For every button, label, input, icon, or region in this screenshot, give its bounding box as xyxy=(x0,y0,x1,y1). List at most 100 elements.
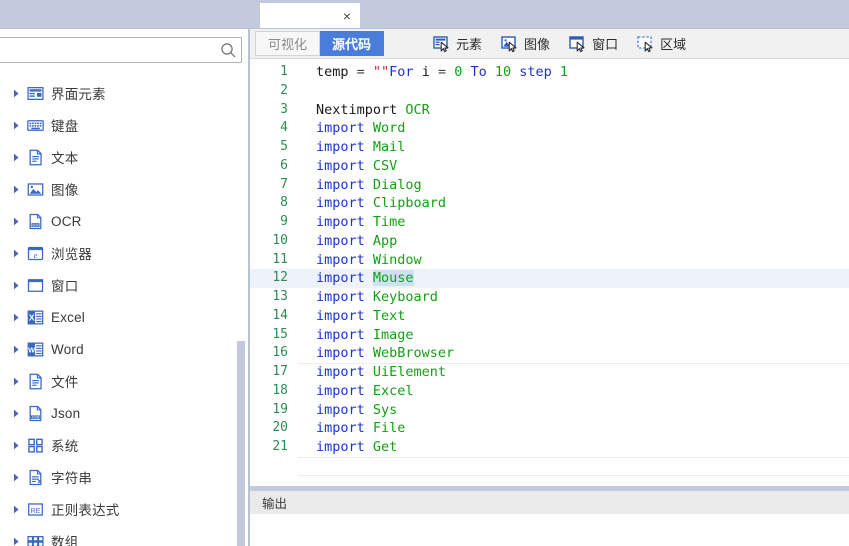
sidebar-scrollbar-thumb[interactable] xyxy=(237,341,245,546)
sidebar-item-1[interactable]: 键盘 xyxy=(0,109,236,141)
line-text[interactable]: temp = ""For i = 0 To 10 step 1 xyxy=(292,63,568,82)
sidebar-item-13[interactable]: RE正则表达式 xyxy=(0,493,236,525)
code-token: Dialog xyxy=(373,177,422,193)
chevron-right-icon[interactable] xyxy=(13,537,26,546)
code-line[interactable]: 21import Get xyxy=(250,438,849,457)
code-line[interactable]: 6import CSV xyxy=(250,157,849,176)
line-text[interactable]: Nextimport OCR xyxy=(292,101,430,120)
element-picker-icon xyxy=(433,35,453,53)
code-line[interactable]: 17import UiElement xyxy=(250,363,849,382)
sidebar-item-0[interactable]: 界面元素 xyxy=(0,77,236,109)
chevron-right-icon[interactable] xyxy=(13,505,26,514)
svg-text:JSON: JSON xyxy=(31,415,39,419)
code-line[interactable]: 14import Text xyxy=(250,307,849,326)
code-line[interactable]: 12import Mouse xyxy=(250,269,849,288)
line-text[interactable]: import Mouse xyxy=(292,269,414,288)
application-window: 界面元素键盘文本图像OCROCRe浏览器窗口XExcelWWord文件JSONJ… xyxy=(0,0,849,546)
line-text[interactable]: import Clipboard xyxy=(292,194,446,213)
code-line[interactable]: 10import App xyxy=(250,232,849,251)
code-line[interactable]: 7import Dialog xyxy=(250,176,849,195)
chevron-right-icon[interactable] xyxy=(13,153,26,162)
chevron-right-icon[interactable] xyxy=(13,409,26,418)
pick-window-button[interactable]: 窗口 xyxy=(567,32,620,56)
sidebar-item-7[interactable]: XExcel xyxy=(0,301,236,333)
line-text[interactable]: import Time xyxy=(292,213,405,232)
line-text[interactable]: import Word xyxy=(292,119,405,138)
sidebar-item-8[interactable]: WWord xyxy=(0,333,236,365)
chevron-right-icon[interactable] xyxy=(13,89,26,98)
chevron-right-icon[interactable] xyxy=(13,217,26,226)
line-text[interactable]: import Text xyxy=(292,307,405,326)
code-editor[interactable]: 1temp = ""For i = 0 To 10 step 123Nextim… xyxy=(250,59,849,486)
ui-element-icon xyxy=(26,84,44,102)
tab-source-code-mode[interactable]: 源代码 xyxy=(320,31,384,56)
sidebar-item-4[interactable]: OCROCR xyxy=(0,205,236,237)
line-text[interactable]: import Mail xyxy=(292,138,405,157)
editor-tab[interactable]: × xyxy=(260,3,360,28)
chevron-right-icon[interactable] xyxy=(13,441,26,450)
code-line[interactable]: 5import Mail xyxy=(250,138,849,157)
sidebar-item-label: 系统 xyxy=(51,435,78,455)
line-text[interactable]: import Sys xyxy=(292,401,397,420)
code-line[interactable]: 19import Sys xyxy=(250,401,849,420)
svg-text:X: X xyxy=(28,312,34,322)
tab-visual-mode[interactable]: 可视化 xyxy=(255,31,320,56)
code-line[interactable]: 2 xyxy=(250,82,849,101)
search-icon[interactable] xyxy=(215,38,241,62)
code-token: import xyxy=(316,402,373,418)
search-box[interactable] xyxy=(0,37,242,63)
sidebar-item-5[interactable]: e浏览器 xyxy=(0,237,236,269)
line-text[interactable]: import Keyboard xyxy=(292,288,438,307)
code-line[interactable]: 8import Clipboard xyxy=(250,194,849,213)
code-line[interactable]: 9import Time xyxy=(250,213,849,232)
code-line[interactable]: 20import File xyxy=(250,419,849,438)
sidebar-scrollbar-track[interactable] xyxy=(236,71,247,546)
sidebar-item-12[interactable]: 字符串 xyxy=(0,461,236,493)
line-number: 7 xyxy=(250,176,292,195)
pick-image-button[interactable]: 图像 xyxy=(499,32,552,56)
line-text[interactable]: import File xyxy=(292,419,405,438)
sidebar-item-14[interactable]: 数组 xyxy=(0,525,236,546)
line-text[interactable]: import WebBrowser xyxy=(292,344,454,363)
output-panel-body[interactable] xyxy=(250,514,849,546)
code-line[interactable]: 4import Word xyxy=(250,119,849,138)
pick-element-button[interactable]: 元素 xyxy=(431,32,484,56)
code-token: WebBrowser xyxy=(373,345,454,361)
line-number: 8 xyxy=(250,194,292,213)
code-line[interactable]: 11import Window xyxy=(250,251,849,270)
line-text[interactable]: import Excel xyxy=(292,382,414,401)
line-text[interactable]: import UiElement xyxy=(292,363,446,382)
line-text[interactable]: import App xyxy=(292,232,397,251)
pick-region-button[interactable]: 区域 xyxy=(635,32,688,56)
chevron-right-icon[interactable] xyxy=(13,249,26,258)
sidebar-item-2[interactable]: 文本 xyxy=(0,141,236,173)
code-lines[interactable]: 1temp = ""For i = 0 To 10 step 123Nextim… xyxy=(250,63,849,457)
sidebar-item-11[interactable]: 系统 xyxy=(0,429,236,461)
chevron-right-icon[interactable] xyxy=(13,473,26,482)
sidebar-item-3[interactable]: 图像 xyxy=(0,173,236,205)
chevron-right-icon[interactable] xyxy=(13,121,26,130)
line-text[interactable]: import Dialog xyxy=(292,176,422,195)
line-text[interactable]: import Window xyxy=(292,251,422,270)
chevron-right-icon[interactable] xyxy=(13,313,26,322)
line-text[interactable]: import CSV xyxy=(292,157,397,176)
sidebar-item-9[interactable]: 文件 xyxy=(0,365,236,397)
search-input[interactable] xyxy=(0,39,215,61)
chevron-right-icon[interactable] xyxy=(13,185,26,194)
code-line[interactable]: 13import Keyboard xyxy=(250,288,849,307)
line-text[interactable]: import Get xyxy=(292,438,397,457)
code-line[interactable]: 18import Excel xyxy=(250,382,849,401)
code-line[interactable]: 1temp = ""For i = 0 To 10 step 1 xyxy=(250,63,849,82)
close-icon[interactable]: × xyxy=(338,7,356,25)
code-line[interactable]: 3Nextimport OCR xyxy=(250,101,849,120)
chevron-right-icon[interactable] xyxy=(13,377,26,386)
chevron-right-icon[interactable] xyxy=(13,281,26,290)
sidebar-item-6[interactable]: 窗口 xyxy=(0,269,236,301)
code-token: import xyxy=(316,308,373,324)
line-text[interactable]: import Image xyxy=(292,326,414,345)
code-line[interactable]: 15import Image xyxy=(250,326,849,345)
code-token: Nextimport xyxy=(316,102,405,118)
chevron-right-icon[interactable] xyxy=(13,345,26,354)
code-line[interactable]: 16import WebBrowser xyxy=(250,344,849,363)
sidebar-item-10[interactable]: JSONJson xyxy=(0,397,236,429)
